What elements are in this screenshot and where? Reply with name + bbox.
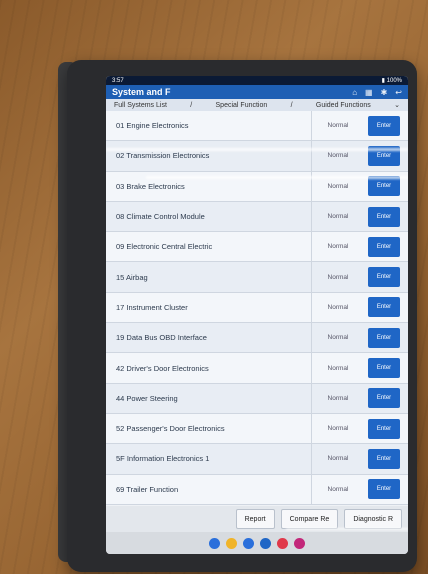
tab-full-systems-list[interactable]: Full Systems List — [114, 102, 167, 109]
system-name: 17 Instrument Cluster — [116, 302, 188, 312]
system-status: Normal — [311, 383, 364, 413]
app-icon[interactable] — [277, 537, 288, 549]
system-name: 01 Engine Electronics — [116, 121, 189, 131]
system-row: 09 Electronic Central Electric Normal Ente… — [106, 232, 408, 263]
app-icon[interactable] — [260, 537, 271, 549]
system-row: 01 Engine Electronics Normal Enter — [106, 111, 408, 142]
app-icon[interactable] — [243, 537, 254, 549]
app-dock — [106, 532, 408, 554]
battery-indicator: ▮ 100% — [381, 78, 402, 84]
system-status: Normal — [311, 323, 364, 353]
system-status: Normal — [311, 141, 364, 171]
app-icon[interactable] — [226, 537, 237, 549]
system-name: 69 Trailer Function — [116, 484, 179, 494]
screen-glare — [286, 528, 408, 530]
system-name: 03 Brake Electronics — [116, 181, 185, 191]
system-name: 19 Data Bus OBD Interface — [116, 333, 207, 343]
enter-button[interactable]: Enter — [368, 327, 400, 348]
system-name: 08 Climate Control Module — [116, 212, 205, 222]
back-icon[interactable]: ↩ — [395, 88, 402, 97]
system-status: Normal — [311, 111, 364, 141]
enter-button[interactable]: Enter — [368, 388, 400, 409]
system-status: Normal — [311, 232, 364, 262]
report-button[interactable]: Report — [235, 509, 275, 529]
system-row: 52 Passenger's Door Electronics Normal Ent… — [106, 413, 408, 445]
chevron-down-icon[interactable]: ⌄ — [394, 101, 400, 109]
system-row: 44 Power Steering Normal Enter — [106, 383, 408, 414]
app-header: System and F ⌂ ▦ ✱ ↩ — [106, 85, 408, 99]
enter-button[interactable]: Enter — [368, 115, 400, 136]
status-time: 3:57 — [112, 77, 124, 84]
enter-button[interactable]: Enter — [368, 358, 400, 379]
system-status: Normal — [311, 474, 364, 504]
system-name: 09 Electronic Central Electric — [116, 242, 213, 252]
enter-button[interactable]: Enter — [368, 448, 400, 469]
system-row: 5F Information Electronics 1 Normal Enter — [106, 444, 408, 475]
diagnostic-report-button[interactable]: Diagnostic R — [344, 509, 402, 529]
system-status: Normal — [311, 262, 364, 292]
system-status: Normal — [311, 292, 364, 323]
system-row: 17 Instrument Cluster Normal Enter — [106, 292, 408, 324]
tab-bar: Full Systems List / Special Function / G… — [106, 99, 408, 111]
system-list: 01 Engine Electronics Normal Enter 02 Trans… — [106, 111, 408, 506]
system-name: 44 Power Steering — [116, 393, 178, 403]
system-status: Normal — [311, 201, 364, 232]
system-row: 19 Data Bus OBD Interface Normal Enter — [106, 323, 408, 354]
system-row: 42 Driver's Door Electronics Normal Enter — [106, 353, 408, 384]
system-row: 15 Airbag Normal Enter — [106, 262, 408, 293]
system-status: Normal — [311, 413, 364, 444]
system-row: 08 Climate Control Module Normal Enter — [106, 201, 408, 233]
tab-divider: / — [190, 101, 193, 109]
enter-button[interactable]: Enter — [368, 206, 400, 227]
home-icon[interactable]: ⌂ — [352, 88, 357, 97]
system-name: 52 Passenger's Door Electronics — [116, 424, 225, 434]
system-name: 5F Information Electronics 1 — [116, 454, 210, 464]
screen-glare — [146, 176, 408, 179]
enter-button[interactable]: Enter — [368, 418, 400, 439]
enter-button[interactable]: Enter — [368, 267, 400, 288]
screen-glare — [106, 148, 408, 151]
enter-button[interactable]: Enter — [368, 297, 400, 318]
tablet-screen: 3:57 ▮ 100% System and F ⌂ ▦ ✱ ↩ Full Sy… — [106, 76, 408, 554]
system-status: Normal — [311, 444, 364, 474]
tab-divider: / — [290, 101, 293, 109]
system-name: 02 Transmission Electronics — [116, 151, 210, 161]
tab-special-function[interactable]: Special Function — [216, 102, 268, 109]
system-name: 42 Driver's Door Electronics — [116, 363, 209, 373]
system-row: 69 Trailer Function Normal Enter — [106, 474, 408, 505]
app-icon[interactable] — [294, 537, 305, 549]
compare-report-button[interactable]: Compare Re — [280, 509, 339, 529]
enter-button[interactable]: Enter — [368, 479, 400, 500]
tab-guided-functions[interactable]: Guided Functions — [316, 102, 371, 109]
status-bar: 3:57 ▮ 100% — [106, 76, 408, 85]
settings-icon[interactable]: ✱ — [381, 88, 388, 97]
enter-button[interactable]: Enter — [368, 236, 400, 257]
system-name: 15 Airbag — [116, 272, 148, 282]
enter-button[interactable]: Enter — [368, 176, 400, 197]
system-status: Normal — [311, 353, 364, 383]
system-row: 02 Transmission Electronics Normal Enter — [106, 141, 408, 172]
print-icon[interactable]: ▦ — [365, 88, 373, 97]
page-title: System and F — [112, 87, 171, 97]
app-icon[interactable] — [209, 537, 220, 549]
